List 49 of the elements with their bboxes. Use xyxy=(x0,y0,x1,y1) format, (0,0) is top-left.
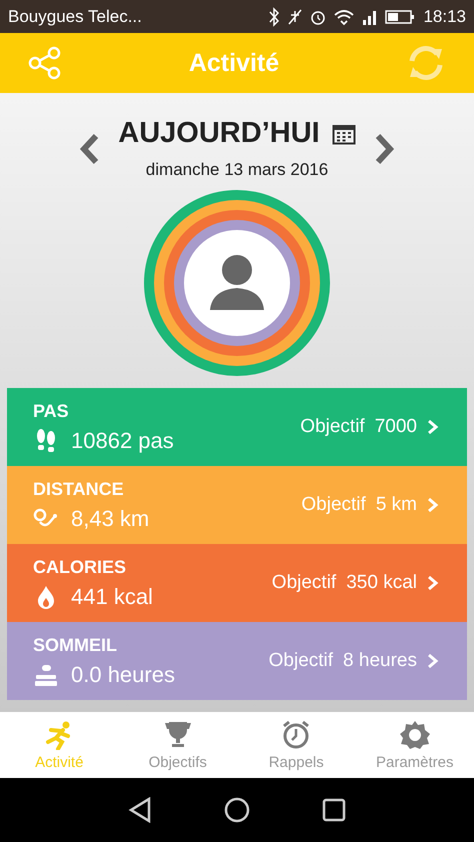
battery-icon xyxy=(385,8,416,24)
nav-tab[interactable]: Objectifs xyxy=(118,712,237,778)
goal-label: Objectif xyxy=(300,416,365,438)
metric-label: SOMMEIL xyxy=(33,634,118,656)
signal-icon xyxy=(362,8,378,24)
goal-value: 7000 xyxy=(374,416,417,438)
metric-row[interactable]: SOMMEIL 0.0 heures Objectif 8 heures xyxy=(7,622,467,700)
day-title: AUJOURD’HUI xyxy=(118,117,320,150)
tab-label: Objectifs xyxy=(148,754,207,770)
bluetooth-icon xyxy=(268,6,280,26)
back-icon[interactable] xyxy=(128,797,152,823)
chevron-icon xyxy=(427,497,439,513)
goal-value: 5 km xyxy=(376,494,417,516)
date-label: dimanche 13 mars 2016 xyxy=(146,160,328,180)
metric-value: 0.0 heures xyxy=(71,662,175,688)
calendar-icon[interactable] xyxy=(332,122,356,144)
muted-icon xyxy=(288,6,302,26)
home-icon[interactable] xyxy=(224,797,250,823)
carrier-name: Bouygues Telec... xyxy=(8,6,142,26)
recents-icon[interactable] xyxy=(322,798,346,822)
screen-title: Activité xyxy=(188,48,280,78)
metric-label: CALORIES xyxy=(33,556,128,578)
metric-label: PAS xyxy=(33,400,70,422)
wifi-icon xyxy=(334,8,354,26)
tab-label: Rappels xyxy=(268,754,324,770)
chevron-icon xyxy=(427,419,439,435)
metric-row[interactable]: PAS 10862 pas Objectif 7000 xyxy=(7,388,467,466)
metric-row[interactable]: DISTANCE 8,43 km Objectif 5 km xyxy=(7,466,467,544)
metric-row[interactable]: CALORIES 441 kcal Objectif 350 kcal xyxy=(7,544,467,622)
goal-label: Objectif xyxy=(301,494,366,516)
goal-label: Objectif xyxy=(272,572,336,594)
tab-label: Activité xyxy=(35,754,84,770)
settings-icon xyxy=(398,720,432,750)
chevron-icon xyxy=(427,575,439,591)
goal-label: Objectif xyxy=(268,650,334,672)
nav-tab[interactable]: Paramètres xyxy=(356,712,474,778)
metric-label: DISTANCE xyxy=(33,478,125,500)
goal-value: 8 heures xyxy=(343,650,417,672)
metric-value: 10862 pas xyxy=(71,428,174,454)
nav-tab[interactable]: Rappels xyxy=(237,712,356,778)
chevron-icon xyxy=(427,653,439,669)
clock-time: 18:13 xyxy=(423,6,466,26)
metric-value: 441 kcal xyxy=(71,584,153,610)
nav-tab[interactable]: Activité xyxy=(0,712,118,778)
previous-day-button[interactable] xyxy=(78,132,100,164)
goal-value: 350 kcal xyxy=(346,572,417,594)
metric-value: 8,43 km xyxy=(71,506,150,532)
tab-label: Paramètres xyxy=(376,754,454,770)
next-day-button[interactable] xyxy=(374,132,396,164)
